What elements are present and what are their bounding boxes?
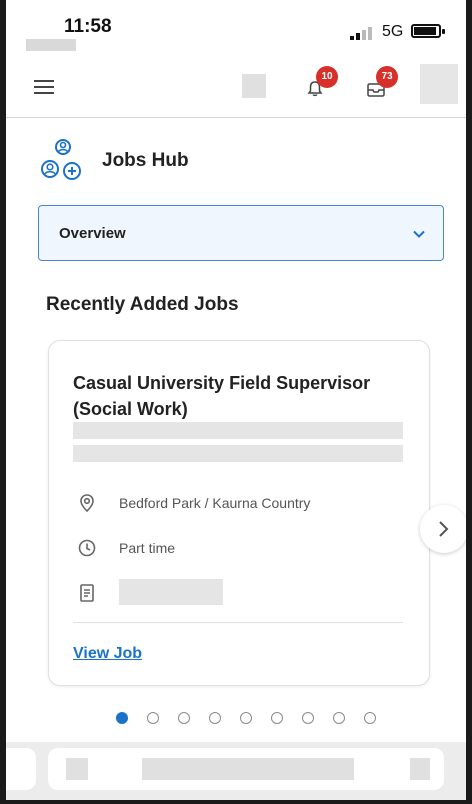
inbox-badge: 73 [376, 66, 398, 88]
pagination-dot[interactable] [302, 712, 314, 724]
people-add-icon [41, 139, 81, 180]
avatar[interactable] [420, 64, 458, 104]
section-title: Recently Added Jobs [46, 294, 239, 315]
redacted-description [73, 422, 403, 439]
signal-icon [350, 24, 376, 40]
redacted-bottom-icon [66, 758, 88, 780]
phone-screen: 11:58 5G 10 73 Jobs Hub Overview Recentl… [0, 0, 472, 804]
redacted-carrier [26, 39, 76, 51]
pagination-dot[interactable] [178, 712, 190, 724]
redacted-bottom-icon [410, 758, 430, 780]
chevron-right-icon [439, 521, 449, 537]
top-app-bar: 10 73 [6, 52, 466, 118]
view-job-link[interactable]: View Job [73, 645, 142, 663]
view-selector-value: Overview [59, 225, 126, 242]
card-divider [73, 622, 403, 623]
pagination-dot[interactable] [364, 712, 376, 724]
hub-header: Jobs Hub [38, 138, 438, 184]
page-title: Jobs Hub [102, 150, 189, 171]
location-pin-icon [80, 494, 94, 513]
redacted-logo [242, 74, 266, 98]
job-location: Bedford Park / Kaurna Country [119, 495, 311, 511]
chevron-down-icon [413, 230, 425, 238]
clock-icon [78, 539, 96, 557]
job-card[interactable]: Casual University Field Supervisor (Soci… [48, 340, 430, 686]
inbox-button[interactable]: 73 [364, 66, 398, 102]
view-selector-dropdown[interactable]: Overview [38, 205, 444, 261]
hamburger-menu-icon[interactable] [34, 80, 54, 94]
redacted-bottom-text [142, 758, 354, 780]
redacted-description [73, 445, 403, 462]
next-card-button[interactable] [420, 505, 466, 553]
job-title: Casual University Field Supervisor (Soci… [73, 373, 371, 419]
status-bar: 11:58 5G [6, 0, 466, 52]
notifications-button[interactable]: 10 [304, 66, 338, 102]
bottom-bar [6, 742, 466, 800]
job-time-type: Part time [119, 540, 176, 556]
carousel-pagination [116, 712, 396, 726]
document-icon [80, 584, 94, 602]
job-location-row: Bedford Park / Kaurna Country [73, 491, 403, 515]
network-label: 5G [382, 23, 404, 40]
pagination-dot[interactable] [116, 712, 128, 724]
pagination-dot[interactable] [240, 712, 252, 724]
status-time: 11:58 [64, 16, 112, 37]
job-time-type-row: Part time [73, 536, 403, 560]
pagination-dot[interactable] [333, 712, 345, 724]
battery-icon [411, 24, 445, 38]
pagination-dot[interactable] [209, 712, 221, 724]
pagination-dot[interactable] [147, 712, 159, 724]
redacted-requisition-id [119, 579, 223, 605]
bottom-bar-left-segment [6, 748, 36, 790]
bottom-bar-pill [48, 748, 444, 790]
notifications-badge: 10 [316, 66, 338, 88]
pagination-dot[interactable] [271, 712, 283, 724]
job-requisition-row [73, 579, 403, 605]
